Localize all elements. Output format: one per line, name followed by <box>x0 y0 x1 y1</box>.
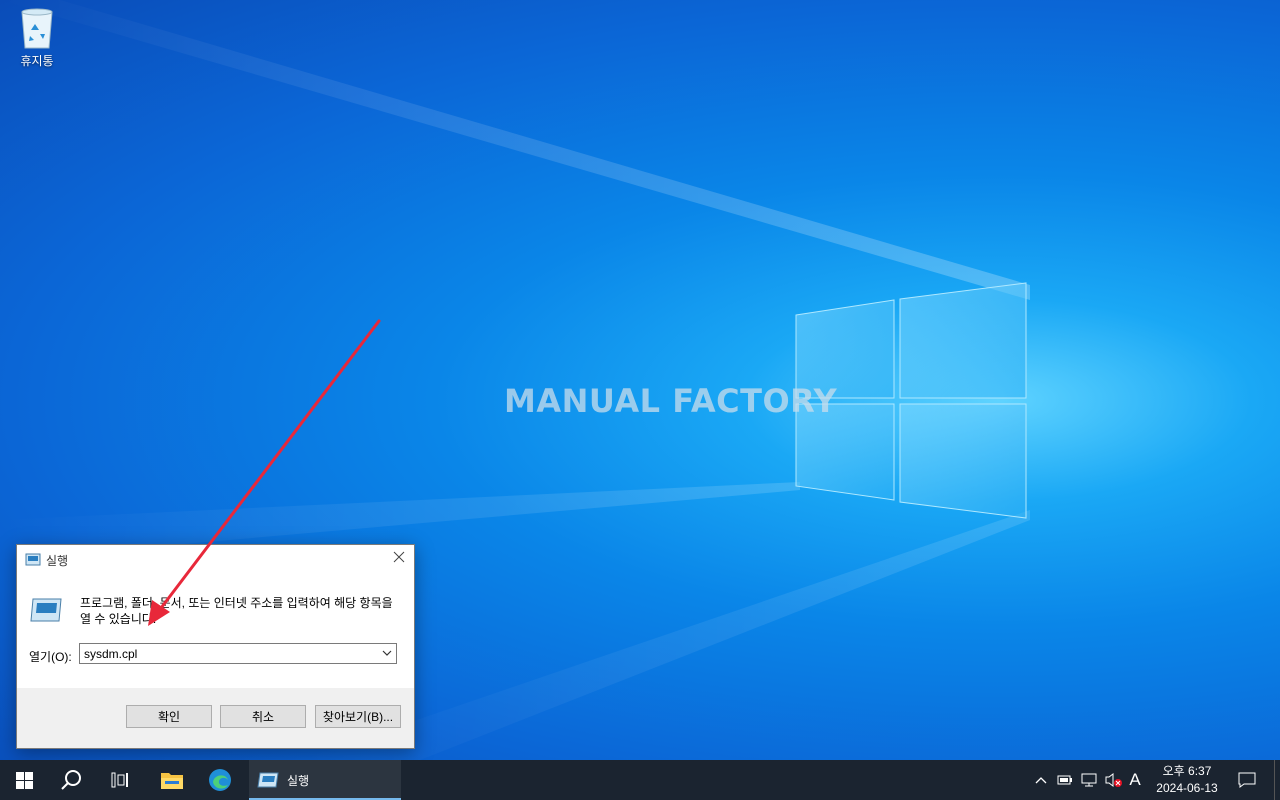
chevron-up-icon <box>1035 777 1047 784</box>
cancel-button[interactable]: 취소 <box>220 705 306 728</box>
edge-button[interactable] <box>196 760 244 800</box>
notification-center-button[interactable] <box>1232 760 1262 800</box>
battery-icon <box>1057 775 1072 785</box>
recycle-bin-icon <box>21 8 53 49</box>
run-body-icon <box>30 598 62 622</box>
start-button[interactable] <box>0 760 48 800</box>
task-view-button[interactable] <box>96 760 144 800</box>
open-input[interactable] <box>80 644 378 663</box>
speaker-muted-icon <box>1105 773 1122 787</box>
ok-button[interactable]: 확인 <box>126 705 212 728</box>
notification-icon <box>1238 772 1256 788</box>
open-combobox[interactable] <box>79 643 397 664</box>
network-tray-button[interactable] <box>1078 760 1100 800</box>
search-button[interactable] <box>48 760 96 800</box>
volume-tray-button[interactable] <box>1102 760 1124 800</box>
battery-tray-button[interactable] <box>1054 760 1076 800</box>
search-icon <box>61 770 81 790</box>
file-explorer-button[interactable] <box>148 760 196 800</box>
run-dialog: 실행 프로그램, 폴더, 문서, 또는 인터넷 주소를 입력하여 해당 항목을 … <box>16 544 415 749</box>
recycle-bin-shortcut[interactable]: 휴지통 <box>8 6 66 69</box>
taskbar: 실행 A 오후 6:37 2024-06-13 <box>0 760 1280 800</box>
ime-indicator[interactable]: A <box>1125 760 1145 800</box>
run-app-icon <box>257 772 279 788</box>
clock-date: 2024-06-13 <box>1156 781 1218 795</box>
run-titlebar[interactable]: 실행 <box>17 545 414 575</box>
watermark-text: MANUAL FACTORY <box>504 382 838 420</box>
recycle-bin-label: 휴지통 <box>20 54 54 68</box>
taskbar-run-label: 실행 <box>287 773 310 788</box>
close-icon[interactable] <box>392 550 406 564</box>
network-icon <box>1081 773 1097 787</box>
clock[interactable]: 오후 6:37 2024-06-13 <box>1148 763 1226 797</box>
browse-button[interactable]: 찾아보기(B)... <box>315 705 401 728</box>
folder-icon <box>161 773 183 789</box>
open-label: 열기(O): <box>29 650 72 664</box>
task-view-icon <box>111 772 128 788</box>
show-desktop-button[interactable] <box>1274 760 1280 800</box>
chevron-down-icon[interactable] <box>382 649 392 657</box>
show-hidden-icons-button[interactable] <box>1030 760 1052 800</box>
run-app-icon <box>25 553 41 566</box>
windows-start-icon <box>15 771 33 789</box>
clock-time: 오후 6:37 <box>1162 764 1212 778</box>
taskbar-run-item[interactable]: 실행 <box>249 760 401 800</box>
run-description: 프로그램, 폴더, 문서, 또는 인터넷 주소를 입력하여 해당 항목을 열 수… <box>80 596 393 626</box>
run-footer: 확인 취소 찾아보기(B)... <box>17 688 414 748</box>
run-title: 실행 <box>46 554 69 568</box>
edge-browser-icon <box>209 769 231 791</box>
